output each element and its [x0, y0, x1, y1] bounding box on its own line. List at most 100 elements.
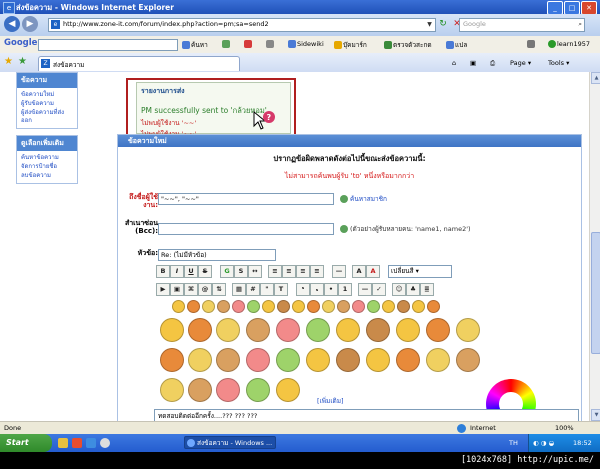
emoticon-icon[interactable] [246, 348, 270, 372]
emoticon-icon[interactable] [216, 378, 240, 402]
google-tool-icon-a[interactable] [222, 40, 231, 48]
close-button[interactable]: ✕ [581, 1, 597, 15]
tt-button[interactable]: T [274, 283, 288, 296]
emoticon-icon[interactable] [336, 348, 360, 372]
smiley-icon[interactable] [217, 300, 230, 313]
subscript-button[interactable]: ₛ [310, 283, 324, 296]
tray-icons[interactable]: ◐ ◑ ◒ [533, 439, 554, 447]
start-button[interactable]: Start [0, 434, 52, 452]
emoticon-icon[interactable] [160, 318, 184, 342]
scroll-down-icon[interactable]: ▼ [591, 409, 600, 421]
emoticon-icon[interactable] [456, 348, 480, 372]
emoticon-icon[interactable] [426, 318, 450, 342]
hr-button[interactable]: — [332, 265, 346, 278]
sidebar-link-inbox[interactable]: ผู้รับข้อความ [21, 100, 73, 108]
tools-menu-button[interactable]: Tools ▾ [548, 59, 569, 67]
preformat-button[interactable]: ≡ [268, 265, 282, 278]
address-dropdown-icon[interactable]: ▼ [425, 20, 434, 29]
spell-button[interactable]: ✓ [372, 283, 386, 296]
emoticon-icon[interactable] [426, 348, 450, 372]
emoticon-icon[interactable] [396, 348, 420, 372]
favorites-star-icon[interactable]: ★ [4, 56, 13, 67]
thumb-button[interactable]: ♣ [406, 283, 420, 296]
emoticon-icon[interactable] [188, 318, 212, 342]
account-button[interactable]: learn1957 [548, 40, 590, 48]
refresh-icon[interactable]: ↻ [437, 18, 449, 30]
emoticon-icon[interactable] [396, 318, 420, 342]
emoticon-icon[interactable] [160, 348, 184, 372]
sidebar-link-labels[interactable]: จัดการป้ายชื่อ [21, 163, 73, 171]
bold-button[interactable]: B [156, 265, 170, 278]
sidebar-link-new-message[interactable]: ข้อความใหม่ [21, 91, 73, 99]
superscript-button[interactable]: ˢ [296, 283, 310, 296]
home-icon[interactable]: ⌂ [452, 59, 456, 67]
align-left-button[interactable]: ≡ [282, 265, 296, 278]
emoticon-icon[interactable] [306, 348, 330, 372]
emoticon-icon[interactable] [216, 348, 240, 372]
minimize-button[interactable]: _ [547, 1, 563, 15]
ordered-list-button[interactable]: 1 [338, 283, 352, 296]
smiley-icon[interactable] [382, 300, 395, 313]
smiley-icon[interactable] [232, 300, 245, 313]
move-button[interactable]: ↔ [248, 265, 262, 278]
flash-button[interactable]: ▶ [156, 283, 170, 296]
back-button[interactable]: ◀ [4, 16, 20, 32]
emoticon-icon[interactable] [216, 318, 240, 342]
smiley-icon[interactable] [292, 300, 305, 313]
emoticon-icon[interactable] [276, 348, 300, 372]
emoticon-icon[interactable] [188, 378, 212, 402]
emoticon-icon[interactable] [246, 318, 270, 342]
email-button[interactable]: @ [198, 283, 212, 296]
maximize-button[interactable]: □ [564, 1, 580, 15]
smiley-icon[interactable] [397, 300, 410, 313]
emoticon-icon[interactable] [366, 318, 390, 342]
color-select[interactable]: เปลี่ยนสี ▾ [388, 265, 452, 278]
bcc-input[interactable] [158, 223, 334, 235]
feeds-icon[interactable]: ▣ [470, 59, 476, 67]
smiley-icon[interactable] [277, 300, 290, 313]
smiley-icon[interactable] [172, 300, 185, 313]
status-zoom[interactable]: 100% [555, 424, 574, 432]
google-tool-icon-b[interactable] [244, 40, 253, 48]
font-size-button[interactable]: A [352, 265, 366, 278]
align-center-button[interactable]: ≡ [296, 265, 310, 278]
google-search-button[interactable]: ค้นหา [182, 40, 208, 50]
bookmarks-button[interactable]: บุ๊คมาร์ก [334, 40, 367, 50]
spellcheck-button[interactable]: ตรวจตัวสะกด [384, 40, 432, 50]
search-icon[interactable]: ⌕ [578, 20, 582, 29]
smiley-icon[interactable] [352, 300, 365, 313]
search-box[interactable]: Google ⌕ [459, 18, 585, 32]
print-icon[interactable]: ⎙ [490, 59, 495, 68]
page-menu-button[interactable]: Page ▾ [510, 59, 531, 67]
smiley-icon[interactable] [202, 300, 215, 313]
smiley-icon[interactable] [307, 300, 320, 313]
sidebar-link-outbox[interactable]: ผู้ส่งข้อความที่ส่งออก [21, 109, 73, 125]
hr2-button[interactable]: — [358, 283, 372, 296]
google-search-input[interactable] [38, 39, 178, 51]
emoticon-icon[interactable] [276, 378, 300, 402]
sidebar-link-search[interactable]: ค้นหาข้อความ [21, 154, 73, 162]
smiley-icon[interactable] [262, 300, 275, 313]
link-button[interactable]: ⌘ [184, 283, 198, 296]
list2-button[interactable]: ≣ [420, 283, 434, 296]
translate-button[interactable]: แปล [446, 40, 467, 50]
font-face-button[interactable]: A [366, 265, 380, 278]
emoticon-icon[interactable] [188, 348, 212, 372]
forward-button[interactable]: ▶ [22, 16, 38, 32]
ftp-button[interactable]: ⇅ [212, 283, 226, 296]
sidewiki-button[interactable]: Sidewiki [288, 40, 324, 48]
quote-button[interactable]: " [260, 283, 274, 296]
code-button[interactable]: # [246, 283, 260, 296]
emoticon-icon[interactable] [160, 378, 184, 402]
italic-button[interactable]: I [170, 265, 184, 278]
address-field[interactable]: e http://www.zone-it.com/forum/index.php… [48, 18, 436, 32]
scroll-thumb[interactable] [591, 232, 600, 354]
smiley-icon[interactable] [187, 300, 200, 313]
quicklaunch-icon-1[interactable] [58, 438, 68, 448]
quicklaunch-icon-2[interactable] [72, 438, 82, 448]
find-member-link[interactable]: ค้นหาสมาชิก [340, 194, 387, 204]
quicklaunch-icon-4[interactable] [100, 438, 110, 448]
smiley-icon[interactable] [322, 300, 335, 313]
strike-button[interactable]: S [198, 265, 212, 278]
image-button[interactable]: ▣ [170, 283, 184, 296]
